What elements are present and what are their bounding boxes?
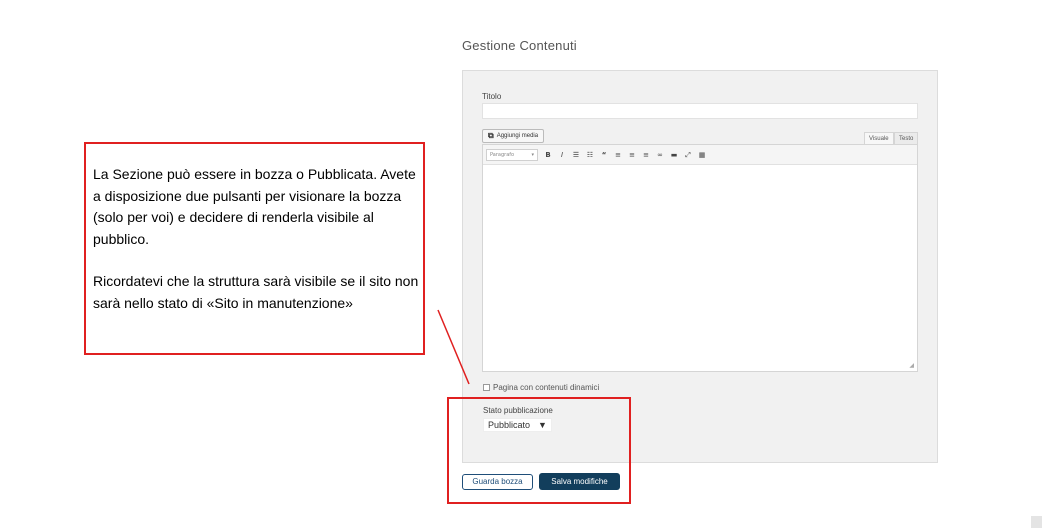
corner-scroll-mark: [1031, 516, 1042, 528]
format-select[interactable]: Paragrafo ▾: [486, 148, 538, 161]
content-editor[interactable]: Paragrafo ▾ B I ☰ ☷ “ ≡ ≡ ≡ ∞ ▬ ⤢ ▦ ◢: [482, 144, 918, 372]
resize-handle-icon[interactable]: ◢: [909, 362, 914, 369]
align-left-icon[interactable]: ≡: [614, 150, 622, 160]
bold-icon[interactable]: B: [544, 150, 552, 160]
annotation-highlight-box: [447, 397, 631, 504]
dynamic-content-label: Pagina con contenuti dinamici: [493, 383, 600, 392]
link-icon[interactable]: ∞: [656, 150, 664, 160]
callout-paragraph-1: La Sezione può essere in bozza o Pubblic…: [93, 166, 416, 247]
chevron-down-icon: ▾: [531, 151, 534, 158]
blockquote-icon[interactable]: “: [600, 150, 608, 160]
numbered-list-icon[interactable]: ☷: [586, 150, 594, 160]
align-right-icon[interactable]: ≡: [642, 150, 650, 160]
page-title: Gestione Contenuti: [462, 38, 577, 53]
tab-visual[interactable]: Visuale: [864, 132, 894, 144]
media-icon: ⧉: [488, 131, 494, 140]
callout-paragraph-2: Ricordatevi che la struttura sarà visibi…: [93, 273, 419, 311]
bullet-list-icon[interactable]: ☰: [572, 150, 580, 160]
dynamic-content-checkbox[interactable]: [483, 384, 490, 391]
title-input[interactable]: [482, 103, 918, 119]
dynamic-content-checkbox-row[interactable]: Pagina con contenuti dinamici: [483, 383, 599, 392]
align-center-icon[interactable]: ≡: [628, 150, 636, 160]
fullscreen-icon[interactable]: ⤢: [684, 150, 692, 160]
format-select-value: Paragrafo: [490, 151, 515, 158]
editor-toolbar: Paragrafo ▾ B I ☰ ☷ “ ≡ ≡ ≡ ∞ ▬ ⤢ ▦: [483, 145, 917, 165]
add-media-button[interactable]: ⧉ Aggiungi media: [482, 129, 545, 143]
read-more-icon[interactable]: ▬: [670, 150, 678, 160]
title-label: Titolo: [482, 92, 502, 101]
italic-icon[interactable]: I: [558, 150, 566, 160]
toolbar-toggle-icon[interactable]: ▦: [698, 150, 706, 160]
add-media-label: Aggiungi media: [496, 133, 539, 139]
tab-text[interactable]: Testo: [894, 132, 919, 144]
